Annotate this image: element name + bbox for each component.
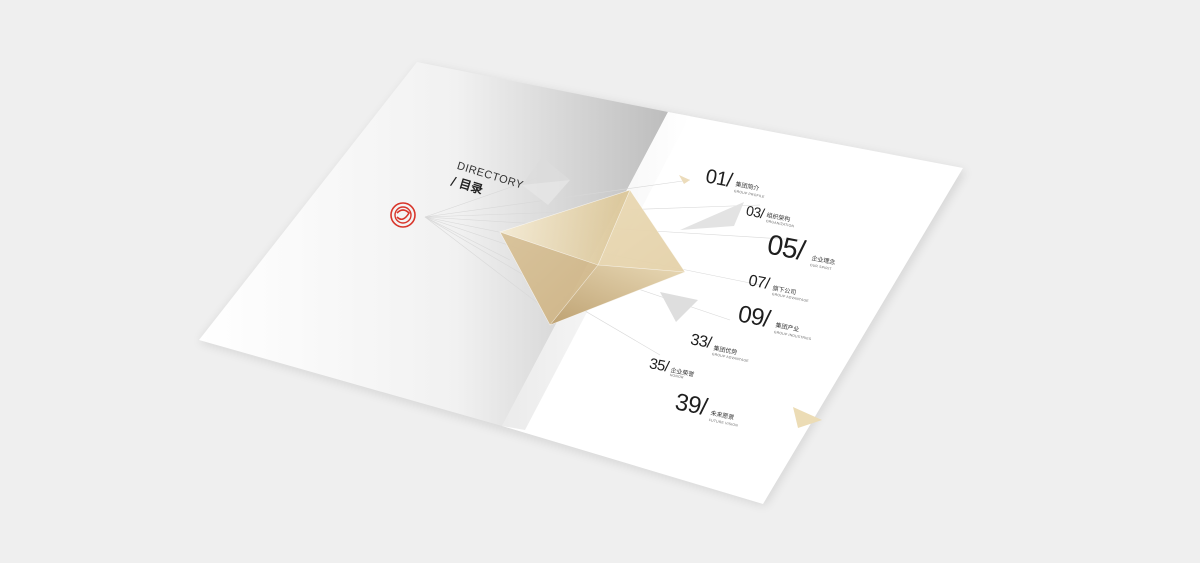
toc-number-1: 01/ xyxy=(703,165,734,193)
toc-number-5: 09/ xyxy=(735,300,773,334)
toc-number-2: 03/ xyxy=(744,202,766,222)
toc-number-7: 35/ xyxy=(647,355,671,376)
toc-number-8: 39/ xyxy=(672,388,710,422)
stage: DIRECTORY / 目录 01/集团简介 GROUP PROFILE 03/组织… xyxy=(0,0,1200,563)
toc-number-3: 05/ xyxy=(764,228,808,267)
brochure-mockup xyxy=(199,62,966,506)
